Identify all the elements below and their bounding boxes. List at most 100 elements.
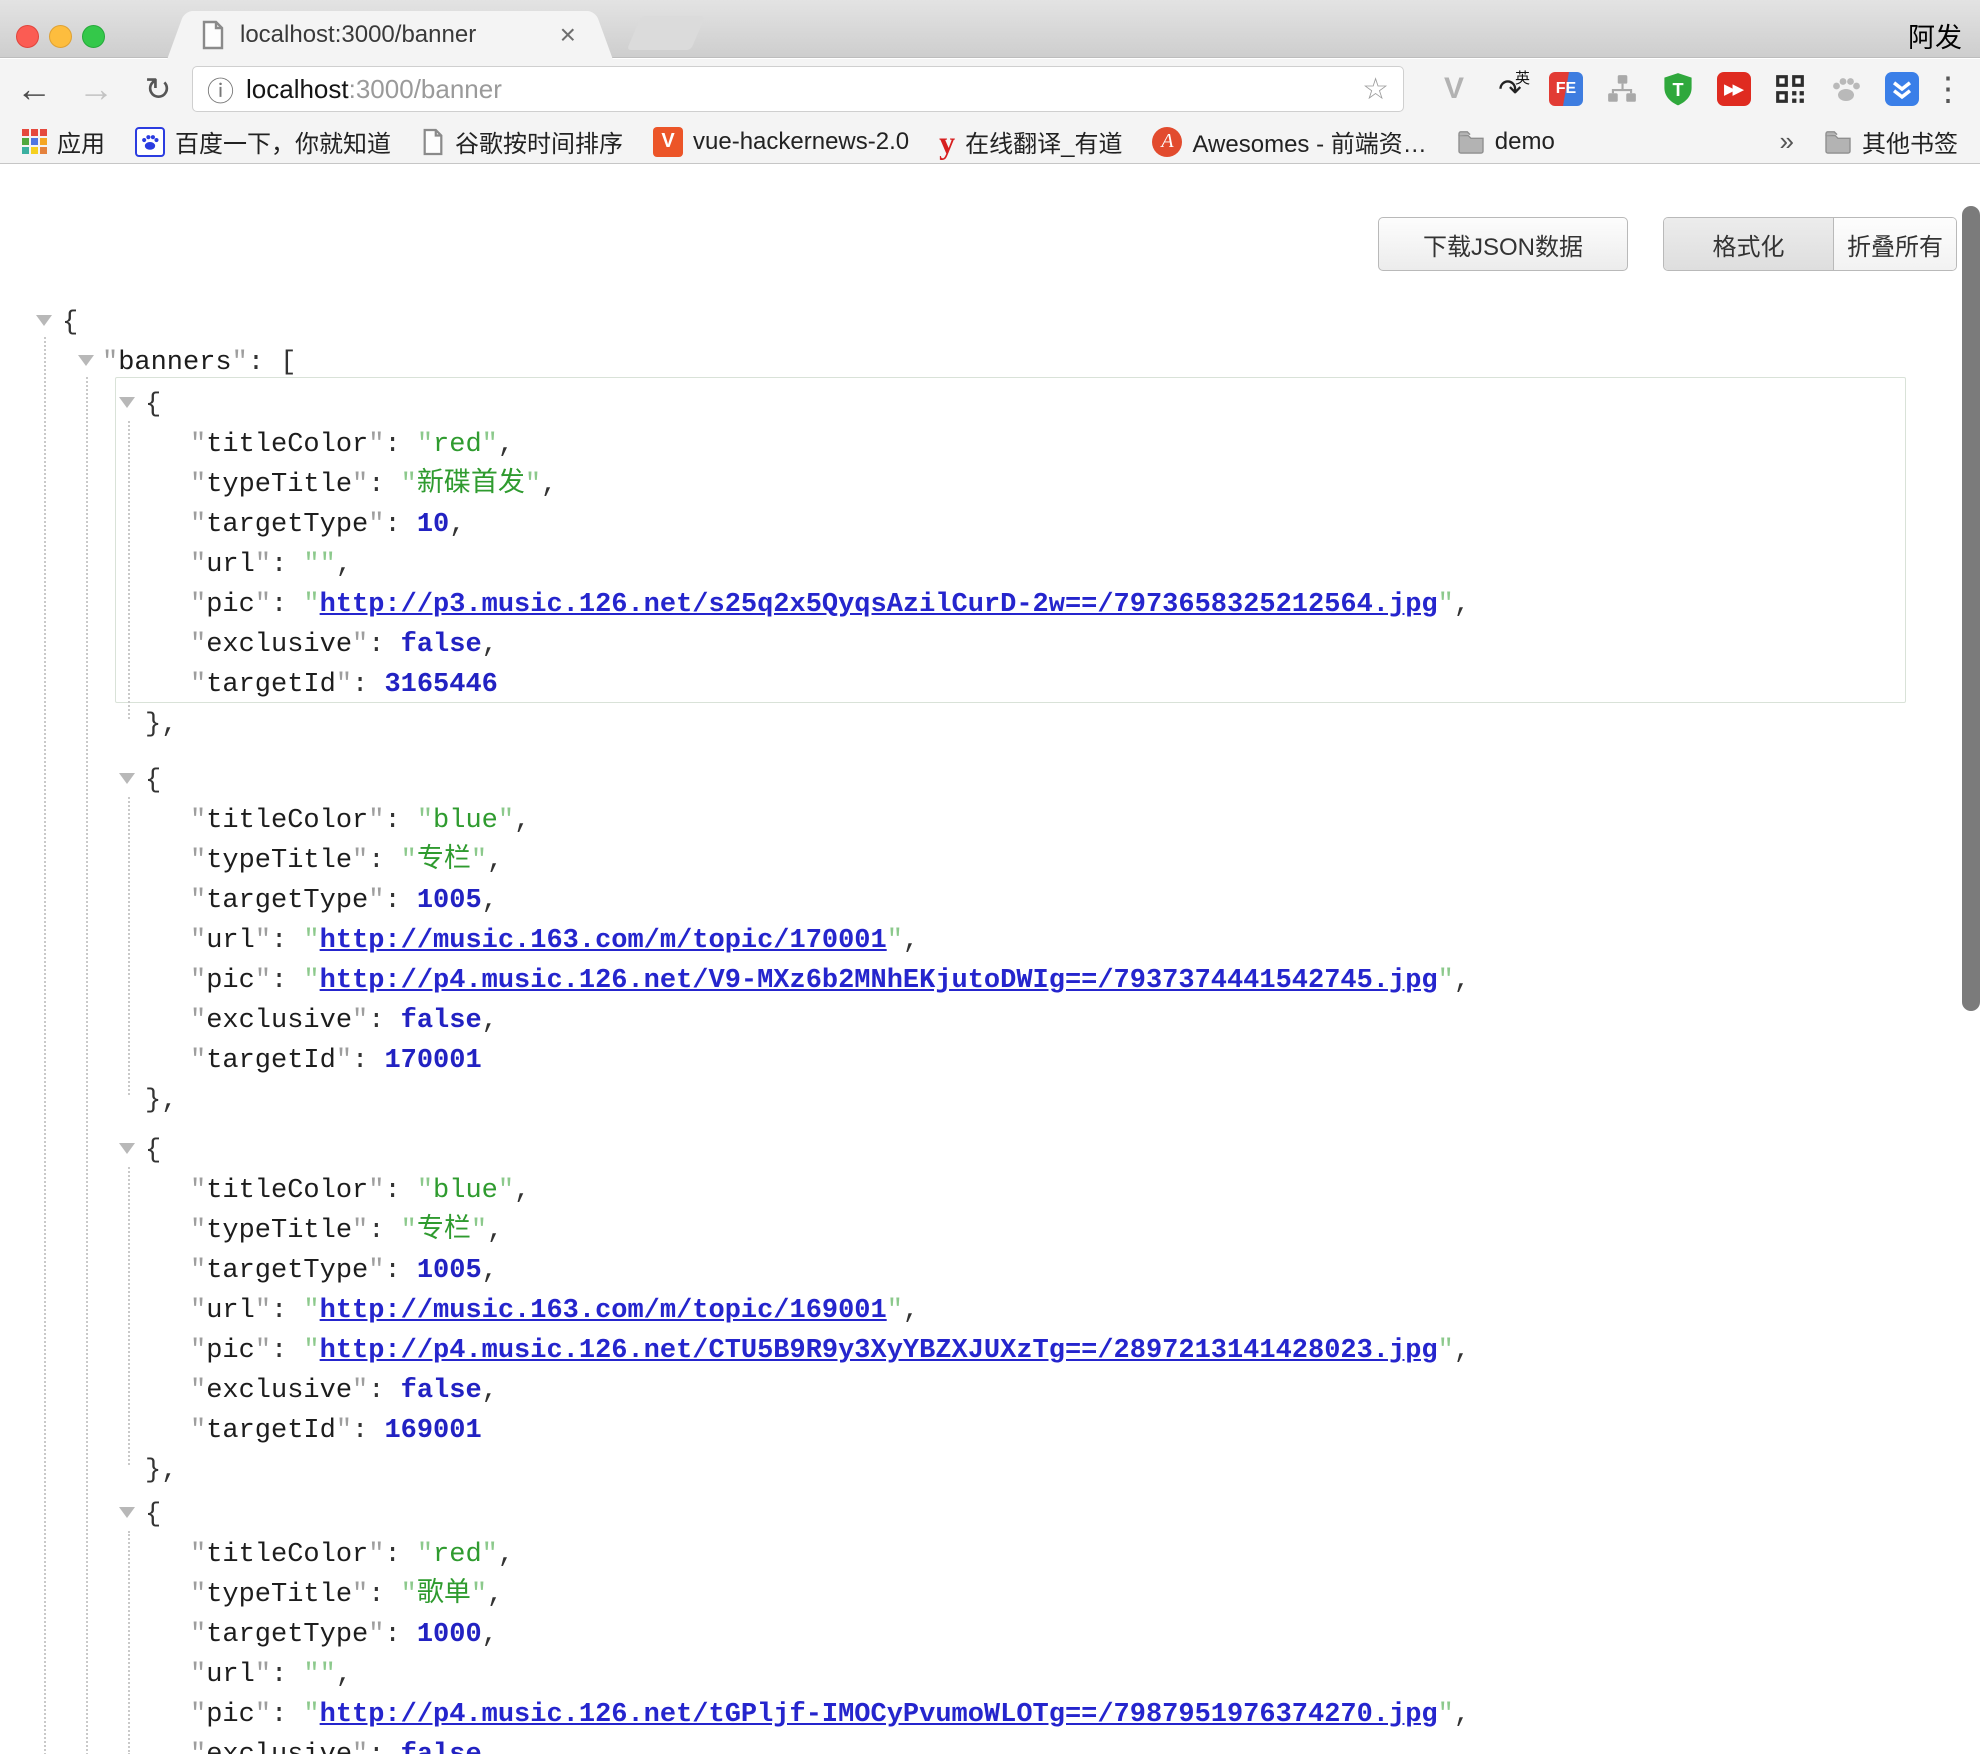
- scrollbar-thumb[interactable]: [1962, 206, 1980, 1011]
- json-token: ": [352, 1376, 368, 1406]
- other-bookmarks-folder[interactable]: 其他书签: [1824, 124, 1958, 159]
- profile-name: 阿发: [1908, 16, 1962, 55]
- json-token: ": [255, 1700, 271, 1730]
- browser-tab[interactable]: localhost:3000/banner ×: [190, 11, 590, 59]
- collapse-toggle-icon[interactable]: [78, 355, 94, 366]
- json-line: },: [145, 1451, 177, 1491]
- address-bar[interactable]: ⓘ localhost :3000/banner ☆: [192, 66, 1404, 112]
- vue-devtools-extension-icon[interactable]: V: [1434, 69, 1474, 109]
- json-token: ": [368, 510, 384, 540]
- json-value-number: 1005: [417, 1256, 482, 1286]
- bookmark-google-sort[interactable]: 谷歌按时间排序: [421, 124, 623, 159]
- bookmark-apps[interactable]: 应用: [22, 124, 105, 159]
- json-token: ": [1438, 1336, 1454, 1366]
- forward-button[interactable]: →: [72, 65, 120, 113]
- page-info-icon[interactable]: ⓘ: [207, 70, 234, 109]
- close-window-button[interactable]: [16, 25, 39, 48]
- vue-icon: V: [653, 127, 683, 157]
- json-token: ,: [487, 1580, 503, 1610]
- json-token: :: [384, 1540, 416, 1570]
- bookmark-vue-hackernews[interactable]: V vue-hackernews-2.0: [653, 127, 909, 157]
- json-key: exclusive: [206, 630, 352, 660]
- json-key: typeTitle: [206, 1216, 352, 1246]
- json-token: },: [145, 1086, 177, 1116]
- json-token: ": [190, 1006, 206, 1036]
- collapse-toggle-icon[interactable]: [119, 1507, 135, 1518]
- json-value-string: blue: [433, 806, 498, 836]
- json-token: ": [525, 470, 541, 500]
- fe-extension-icon[interactable]: FE: [1546, 69, 1586, 109]
- json-token: :: [271, 1660, 303, 1690]
- tab-title: localhost:3000/banner: [240, 21, 556, 49]
- json-line: "titleColor": "blue",: [190, 801, 530, 841]
- collapse-toggle-icon[interactable]: [119, 397, 135, 408]
- json-token: ": [417, 1540, 433, 1570]
- json-link[interactable]: http://p3.music.126.net/s25q2x5QyqsAzilC…: [320, 590, 1438, 620]
- json-line: "titleColor": "red",: [190, 425, 514, 465]
- json-line: "exclusive": false,: [190, 1371, 498, 1411]
- json-value-string: blue: [433, 1176, 498, 1206]
- json-token: ,: [449, 510, 465, 540]
- minimize-window-button[interactable]: [49, 25, 72, 48]
- translate-extension-icon[interactable]: ↷ 英: [1490, 69, 1530, 109]
- sync-extension-icon[interactable]: [1882, 69, 1922, 109]
- bookmarks-overflow-chevron[interactable]: »: [1780, 126, 1794, 157]
- json-value-string: red: [433, 430, 482, 460]
- tab-close-icon[interactable]: ×: [556, 21, 580, 49]
- new-tab-button[interactable]: [627, 16, 705, 50]
- json-line: "targetType": 1000,: [190, 1615, 498, 1655]
- json-token: ": [320, 550, 336, 580]
- sitemap-extension-icon[interactable]: [1602, 69, 1642, 109]
- indent-guide: [128, 421, 130, 719]
- youdao-icon: y: [939, 127, 955, 157]
- bookmark-folder-demo[interactable]: demo: [1457, 128, 1555, 156]
- collapse-toggle-icon[interactable]: [119, 1143, 135, 1154]
- json-token: :: [368, 1216, 400, 1246]
- json-link[interactable]: http://p4.music.126.net/CTU5B9R9y3XyYBZX…: [320, 1336, 1438, 1366]
- json-token: ": [255, 966, 271, 996]
- json-token: :: [384, 886, 416, 916]
- collapse-toggle-icon[interactable]: [36, 315, 52, 326]
- json-token: ": [303, 1296, 319, 1326]
- baidu-icon: [135, 127, 165, 157]
- fullscreen-window-button[interactable]: [82, 25, 105, 48]
- json-link[interactable]: http://p4.music.126.net/V9-MXz6b2MNhEKju…: [320, 966, 1438, 996]
- json-line: "typeTitle": "歌单",: [190, 1575, 503, 1615]
- bookmark-star-icon[interactable]: ☆: [1362, 72, 1389, 107]
- json-token: ,: [482, 1006, 498, 1036]
- other-bookmarks-label: 其他书签: [1862, 124, 1958, 159]
- bookmark-awesomes[interactable]: A Awesomes - 前端资…: [1152, 124, 1426, 159]
- json-link[interactable]: http://music.163.com/m/topic/170001: [320, 926, 887, 956]
- paw-extension-icon[interactable]: [1826, 69, 1866, 109]
- json-line: },: [145, 1081, 177, 1121]
- json-value-number: false: [401, 630, 482, 660]
- qr-code-extension-icon[interactable]: [1770, 69, 1810, 109]
- json-token: :: [384, 430, 416, 460]
- json-link[interactable]: http://music.163.com/m/topic/169001: [320, 1296, 887, 1326]
- json-key: targetType: [206, 1256, 368, 1286]
- json-line: {: [145, 1495, 161, 1535]
- bookmark-label: 百度一下，你就知道: [175, 124, 391, 159]
- json-token: ": [190, 966, 206, 996]
- json-token: ,: [487, 1216, 503, 1246]
- json-line: "url": "http://music.163.com/m/topic/170…: [190, 921, 919, 961]
- json-token: ": [303, 1660, 319, 1690]
- bookmark-label: 谷歌按时间排序: [455, 124, 623, 159]
- video-downloader-extension-icon[interactable]: ▶▶: [1714, 69, 1754, 109]
- json-token: ": [1438, 590, 1454, 620]
- reload-button[interactable]: ↻: [134, 65, 182, 113]
- browser-menu-icon[interactable]: ⋮: [1928, 67, 1968, 111]
- json-line: {: [145, 385, 161, 425]
- collapse-toggle-icon[interactable]: [119, 773, 135, 784]
- json-value-number: false: [401, 1376, 482, 1406]
- page-icon: [421, 128, 445, 156]
- shield-extension-icon[interactable]: T: [1658, 69, 1698, 109]
- json-key: targetType: [206, 886, 368, 916]
- json-link[interactable]: http://p4.music.126.net/tGPljf-IMOCyPvum…: [320, 1700, 1438, 1730]
- back-button[interactable]: ←: [10, 65, 58, 113]
- bookmark-youdao-translate[interactable]: y 在线翻译_有道: [939, 124, 1122, 159]
- json-token: ": [352, 1216, 368, 1246]
- bookmark-baidu[interactable]: 百度一下，你就知道: [135, 124, 391, 159]
- json-token: ,: [514, 1176, 530, 1206]
- json-token: ": [255, 1296, 271, 1326]
